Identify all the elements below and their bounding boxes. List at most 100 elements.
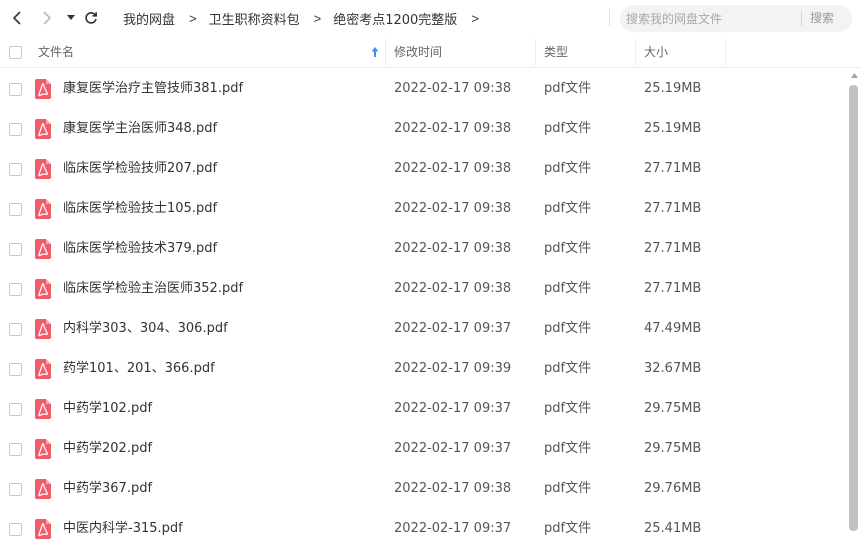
top-bar: 我的网盘 > 卫生职称资料包 > 绝密考点1200完整版 > 搜索 xyxy=(0,0,861,37)
file-modified-time: 2022-02-17 09:37 xyxy=(394,521,512,536)
file-row[interactable]: 临床医学检验技士105.pdf 2022-02-17 09:38 pdf文件 27.7… xyxy=(0,189,848,229)
file-size: 27.71MB xyxy=(644,281,702,296)
file-row[interactable]: 中药学367.pdf 2022-02-17 09:38 pdf文件 29.76MB xyxy=(0,469,848,509)
pdf-file-icon xyxy=(35,319,51,339)
search-divider xyxy=(801,11,802,26)
file-name[interactable]: 中药学202.pdf xyxy=(63,429,152,469)
file-name[interactable]: 中医内科学-315.pdf xyxy=(63,509,183,548)
file-row[interactable]: 中药学202.pdf 2022-02-17 09:37 pdf文件 29.75MB xyxy=(0,429,848,469)
column-resize-handle[interactable] xyxy=(385,39,386,66)
sort-ascending-icon[interactable] xyxy=(370,46,380,58)
file-modified-time: 2022-02-17 09:38 xyxy=(394,241,512,256)
row-checkbox[interactable] xyxy=(9,483,22,496)
file-size: 47.49MB xyxy=(644,321,702,336)
file-size: 32.67MB xyxy=(644,361,702,376)
pdf-file-icon xyxy=(35,359,51,379)
search-button[interactable]: 搜索 xyxy=(810,5,834,32)
column-header-type[interactable]: 类型 xyxy=(544,37,568,67)
file-name[interactable]: 临床医学检验技术379.pdf xyxy=(63,229,217,269)
file-type: pdf文件 xyxy=(544,81,592,96)
search-box: 搜索 xyxy=(620,5,852,32)
select-all-checkbox[interactable] xyxy=(9,46,22,59)
pdf-file-icon xyxy=(35,439,51,459)
column-header-name[interactable]: 文件名 xyxy=(38,37,74,67)
file-name[interactable]: 中药学102.pdf xyxy=(63,389,152,429)
row-checkbox[interactable] xyxy=(9,323,22,336)
file-row[interactable]: 药学101、201、366.pdf 2022-02-17 09:39 pdf文件 32… xyxy=(0,349,848,389)
file-type: pdf文件 xyxy=(544,521,592,536)
row-checkbox[interactable] xyxy=(9,83,22,96)
file-modified-time: 2022-02-17 09:38 xyxy=(394,121,512,136)
file-type: pdf文件 xyxy=(544,241,592,256)
file-row[interactable]: 康复医学主治医师348.pdf 2022-02-17 09:38 pdf文件 25.1… xyxy=(0,109,848,149)
pdf-file-icon xyxy=(35,399,51,419)
file-size: 25.19MB xyxy=(644,81,702,96)
refresh-button[interactable] xyxy=(82,9,100,27)
file-type: pdf文件 xyxy=(544,161,592,176)
history-dropdown-button[interactable] xyxy=(62,9,80,27)
file-type: pdf文件 xyxy=(544,401,592,416)
search-input[interactable] xyxy=(626,5,796,32)
scrollbar-thumb[interactable] xyxy=(849,85,858,531)
pdf-file-icon xyxy=(35,239,51,259)
file-name[interactable]: 临床医学检验技师207.pdf xyxy=(63,149,217,189)
file-row[interactable]: 康复医学治疗主管技师381.pdf 2022-02-17 09:38 pdf文件 25… xyxy=(0,69,848,109)
refresh-icon xyxy=(85,12,97,24)
pdf-file-icon xyxy=(35,119,51,139)
column-resize-handle[interactable] xyxy=(635,39,636,66)
file-modified-time: 2022-02-17 09:38 xyxy=(394,481,512,496)
file-size: 29.76MB xyxy=(644,481,702,496)
file-type: pdf文件 xyxy=(544,321,592,336)
file-name[interactable]: 药学101、201、366.pdf xyxy=(63,349,215,389)
file-name[interactable]: 康复医学主治医师348.pdf xyxy=(63,109,217,149)
back-button[interactable] xyxy=(8,9,26,27)
file-name[interactable]: 临床医学检验技士105.pdf xyxy=(63,189,217,229)
row-checkbox[interactable] xyxy=(9,123,22,136)
breadcrumb-separator: > xyxy=(471,11,479,26)
file-row[interactable]: 中药学102.pdf 2022-02-17 09:37 pdf文件 29.75MB xyxy=(0,389,848,429)
pdf-file-icon xyxy=(35,79,51,99)
file-size: 27.71MB xyxy=(644,201,702,216)
row-checkbox[interactable] xyxy=(9,523,22,536)
file-modified-time: 2022-02-17 09:38 xyxy=(394,201,512,216)
file-row[interactable]: 临床医学检验技师207.pdf 2022-02-17 09:38 pdf文件 27.7… xyxy=(0,149,848,189)
file-name[interactable]: 内科学303、304、306.pdf xyxy=(63,309,228,349)
file-size: 27.71MB xyxy=(644,161,702,176)
file-row[interactable]: 临床医学检验主治医师352.pdf 2022-02-17 09:38 pdf文件 27… xyxy=(0,269,848,309)
file-row[interactable]: 临床医学检验技术379.pdf 2022-02-17 09:38 pdf文件 27.7… xyxy=(0,229,848,269)
file-modified-time: 2022-02-17 09:38 xyxy=(394,281,512,296)
row-checkbox[interactable] xyxy=(9,403,22,416)
pdf-file-icon xyxy=(35,479,51,499)
file-size: 29.75MB xyxy=(644,401,702,416)
row-checkbox[interactable] xyxy=(9,243,22,256)
row-checkbox[interactable] xyxy=(9,163,22,176)
breadcrumb-item-current-folder[interactable]: 绝密考点1200完整版 xyxy=(333,9,457,28)
breadcrumb-item-folder[interactable]: 卫生职称资料包 xyxy=(209,9,300,28)
row-checkbox[interactable] xyxy=(9,283,22,296)
column-header-modified[interactable]: 修改时间 xyxy=(394,37,442,67)
file-size: 27.71MB xyxy=(644,241,702,256)
file-name[interactable]: 临床医学检验主治医师352.pdf xyxy=(63,269,243,309)
column-header-size[interactable]: 大小 xyxy=(644,37,668,67)
file-modified-time: 2022-02-17 09:37 xyxy=(394,321,512,336)
pdf-file-icon xyxy=(35,279,51,299)
row-checkbox[interactable] xyxy=(9,363,22,376)
forward-button[interactable] xyxy=(38,9,56,27)
file-name[interactable]: 康复医学治疗主管技师381.pdf xyxy=(63,69,243,109)
pdf-file-icon xyxy=(35,159,51,179)
column-resize-handle[interactable] xyxy=(535,39,536,66)
breadcrumb-item-my-drive[interactable]: 我的网盘 xyxy=(123,9,175,28)
chevron-left-icon xyxy=(12,11,21,25)
file-modified-time: 2022-02-17 09:38 xyxy=(394,161,512,176)
row-checkbox[interactable] xyxy=(9,443,22,456)
file-row[interactable]: 中医内科学-315.pdf 2022-02-17 09:37 pdf文件 25.41M… xyxy=(0,509,848,548)
scroll-up-arrow-icon[interactable] xyxy=(850,72,859,79)
caret-down-icon xyxy=(67,15,75,20)
column-resize-handle[interactable] xyxy=(725,39,726,66)
file-name[interactable]: 中药学367.pdf xyxy=(63,469,152,509)
file-size: 25.19MB xyxy=(644,121,702,136)
row-checkbox[interactable] xyxy=(9,203,22,216)
file-modified-time: 2022-02-17 09:39 xyxy=(394,361,512,376)
file-row[interactable]: 内科学303、304、306.pdf 2022-02-17 09:37 pdf文件 4… xyxy=(0,309,848,349)
file-type: pdf文件 xyxy=(544,281,592,296)
